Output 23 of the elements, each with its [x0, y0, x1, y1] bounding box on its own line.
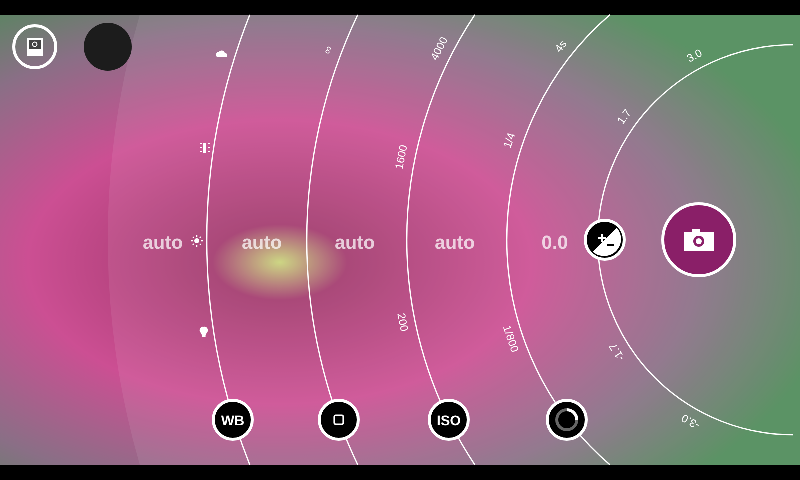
dial-value: auto [334, 233, 376, 254]
dial-tick-label: 1/800 [500, 324, 520, 354]
light-bulb-icon [200, 326, 208, 338]
dial-tick-label: 3.0 [685, 48, 705, 66]
sun-icon [190, 234, 204, 248]
dial-tick-label: ∞ [322, 44, 336, 56]
fluorescent-lamp-icon [200, 143, 210, 153]
dial-tick-label: -3.0 [680, 412, 702, 432]
dial-value: 0.0 [542, 233, 568, 254]
last-photo-thumbnail[interactable] [84, 23, 132, 71]
gallery-button[interactable] [12, 24, 58, 70]
dial-tick-label: 4000 [429, 35, 451, 63]
dial-tick-label: 1.7 [616, 108, 634, 127]
dial-tick-label: 1/4 [502, 132, 518, 150]
dial-tick-label: -1.7 [607, 340, 628, 364]
dial-value: auto [242, 233, 282, 254]
capture-button[interactable] [662, 202, 736, 278]
dial-value: auto [434, 233, 476, 254]
cloud-icon [216, 50, 228, 57]
dial-tick-label: 4s [553, 38, 570, 56]
dial-tick-label: 200 [394, 312, 410, 333]
dial-value: auto [142, 233, 184, 254]
dial-tick-label: 1600 [394, 144, 410, 171]
